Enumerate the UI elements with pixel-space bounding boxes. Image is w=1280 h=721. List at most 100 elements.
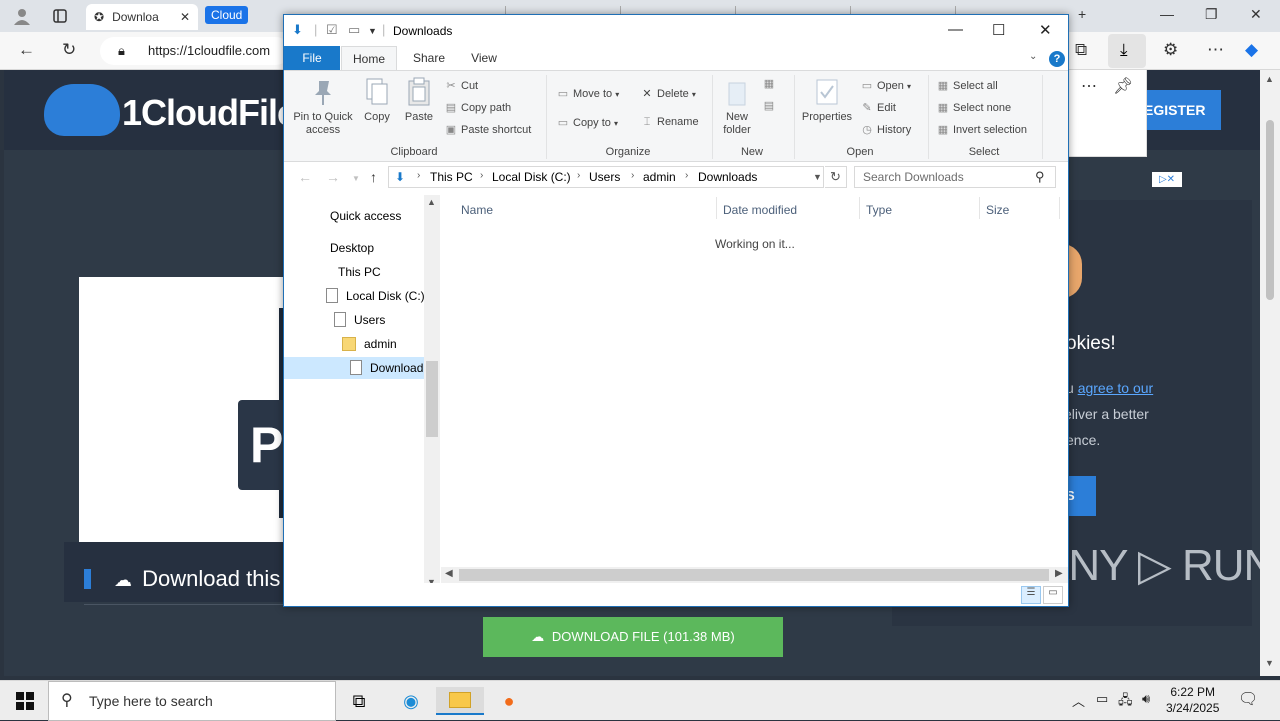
breadcrumb-local-disk[interactable]: Local Disk (C:) xyxy=(492,170,571,184)
scroll-down-icon[interactable]: ▼ xyxy=(1265,658,1274,668)
network-icon[interactable]: 🖧︎ xyxy=(1118,691,1133,713)
minimize-icon[interactable]: — xyxy=(1160,6,1174,22)
maximize-icon[interactable]: ☐ xyxy=(992,21,1005,39)
cookie-policy-link[interactable]: agree to our xyxy=(1078,380,1154,396)
column-name[interactable]: Name xyxy=(461,203,493,217)
scroll-up-icon[interactable]: ▲ xyxy=(1265,74,1274,84)
close-window-icon[interactable]: ✕ xyxy=(1250,6,1262,23)
extensions-icon[interactable]: ⚙ xyxy=(1163,40,1178,60)
site-logo[interactable]: 1CloudFile xyxy=(122,92,297,134)
tab-home[interactable]: Home xyxy=(341,46,397,70)
cut-button[interactable]: ✂ Cut xyxy=(444,79,478,92)
download-file-button[interactable]: ☁ DOWNLOAD FILE (101.38 MB) xyxy=(483,617,783,657)
start-icon[interactable] xyxy=(10,687,40,715)
register-button[interactable]: EGISTER xyxy=(1134,90,1221,130)
nav-quick-access[interactable]: Quick access xyxy=(330,205,401,227)
downloads-button[interactable]: ⤓ xyxy=(1108,34,1146,68)
pin-quick-access-button[interactable]: Pin to Quick access xyxy=(290,77,356,137)
column-divider[interactable] xyxy=(1059,197,1060,219)
pin-icon[interactable]: 📌︎ xyxy=(1113,76,1133,96)
scroll-up-icon[interactable]: ▲ xyxy=(427,197,436,207)
collections-icon[interactable]: ⧉ xyxy=(1075,40,1087,60)
more-icon[interactable]: ⋯ xyxy=(1207,40,1224,60)
delete-button[interactable]: ✕ Delete ▾ xyxy=(640,87,695,100)
page-scrollbar[interactable]: ▲ ▼ xyxy=(1260,70,1280,676)
nav-downloads[interactable]: Download xyxy=(284,357,424,379)
nav-scrollbar[interactable]: ▲ ▼ xyxy=(424,195,440,590)
system-clock[interactable]: 6:22 PM 3/24/2025 xyxy=(1166,684,1219,716)
easy-access-button[interactable]: ▤ xyxy=(762,99,779,112)
nav-scroll-thumb[interactable] xyxy=(426,361,438,437)
breadcrumb-users[interactable]: Users xyxy=(589,170,620,184)
recent-locations-icon[interactable]: ▼ xyxy=(352,174,360,183)
address-input[interactable]: 🔒︎ https://1cloudfile.com xyxy=(100,37,290,65)
invert-selection-button[interactable]: ▦ Invert selection xyxy=(936,123,1027,136)
new-folder-button[interactable]: New folder xyxy=(716,77,758,137)
qat-properties-icon[interactable]: ☑ xyxy=(326,22,338,38)
new-tab-icon[interactable]: + xyxy=(1078,6,1086,22)
nav-desktop[interactable]: Desktop xyxy=(330,237,374,259)
breadcrumb-this-pc[interactable]: This PC xyxy=(430,170,473,184)
nav-users[interactable]: Users xyxy=(334,309,385,331)
task-view-icon[interactable]: ⧉ xyxy=(344,687,374,715)
open-button[interactable]: ▭ Open ▾ xyxy=(860,79,911,92)
copy-to-button[interactable]: ▭ Copy to ▾ xyxy=(556,116,618,129)
accept-cookies-button[interactable]: S xyxy=(1066,476,1096,516)
horizontal-scroll-thumb[interactable] xyxy=(459,569,1049,581)
up-icon[interactable]: ↑ xyxy=(370,169,377,185)
file-explorer-icon[interactable] xyxy=(436,687,484,715)
tab-group-cloud[interactable]: Cloud xyxy=(205,6,249,24)
search-input[interactable]: Search Downloads ⚲ xyxy=(854,166,1056,188)
close-icon[interactable]: ✕ xyxy=(1039,21,1052,39)
back-icon[interactable]: ← xyxy=(298,169,312,185)
scroll-left-icon[interactable]: ◀ xyxy=(445,568,453,579)
column-divider[interactable] xyxy=(859,197,860,219)
new-item-button[interactable]: ▦ xyxy=(762,77,779,90)
ad-choices-badge[interactable]: ▷✕ xyxy=(1152,172,1182,187)
profile-icon[interactable] xyxy=(12,6,32,26)
back-icon[interactable]: ← xyxy=(18,40,35,60)
rename-button[interactable]: ⌶ Rename xyxy=(640,116,699,129)
nav-admin[interactable]: admin xyxy=(342,333,397,355)
move-to-button[interactable]: ▭ Move to ▾ xyxy=(556,87,619,100)
tab-actions-icon[interactable] xyxy=(50,6,70,26)
breadcrumb-downloads[interactable]: Downloads xyxy=(698,170,757,184)
column-size[interactable]: Size xyxy=(986,203,1009,217)
tab-share[interactable]: Share xyxy=(404,46,454,70)
copy-button[interactable]: Copy xyxy=(360,77,394,124)
tab-file[interactable]: File xyxy=(284,46,340,70)
chevron-down-icon[interactable]: ▼ xyxy=(813,172,822,182)
qat-newfolder-icon[interactable]: ▭ xyxy=(348,22,360,38)
taskbar-search-input[interactable]: ⚲ Type here to search xyxy=(48,681,336,721)
more-options-icon[interactable]: ⋯ xyxy=(1081,76,1097,96)
firefox-icon[interactable]: ● xyxy=(494,687,524,715)
show-hidden-icons[interactable]: ︿ xyxy=(1072,691,1085,710)
address-bar[interactable]: ⬇ › This PC › Local Disk (C:) › Users › … xyxy=(388,166,824,188)
tab-close-icon[interactable]: ✕ xyxy=(180,10,190,24)
restore-icon[interactable]: ❐ xyxy=(1205,6,1218,23)
horizontal-scrollbar[interactable]: ◀ ▶ xyxy=(441,567,1068,583)
volume-icon[interactable]: 🔊︎ xyxy=(1142,691,1150,707)
copy-path-button[interactable]: ▤ Copy path xyxy=(444,101,511,114)
notifications-icon[interactable]: 🗨︎ xyxy=(1238,689,1258,709)
refresh-icon[interactable]: ↻ xyxy=(825,166,847,188)
details-view-icon[interactable]: ☰ xyxy=(1021,586,1041,604)
paste-shortcut-button[interactable]: ▣ Paste shortcut xyxy=(444,123,532,136)
device-icon[interactable]: ▭ xyxy=(1096,691,1108,707)
properties-button[interactable]: Properties xyxy=(798,77,856,124)
reload-icon[interactable]: ↻ xyxy=(62,40,76,60)
scroll-thumb[interactable] xyxy=(1266,120,1274,300)
select-all-button[interactable]: ▦ Select all xyxy=(936,79,998,92)
column-date-modified[interactable]: Date modified xyxy=(723,203,797,217)
forward-icon[interactable]: → xyxy=(326,169,340,185)
scroll-right-icon[interactable]: ▶ xyxy=(1055,568,1063,579)
large-icons-view-icon[interactable]: ▭ xyxy=(1043,586,1063,604)
history-button[interactable]: ◷ History xyxy=(860,123,911,136)
edge-icon[interactable]: ◉ xyxy=(396,687,426,715)
copilot-icon[interactable]: ◆ xyxy=(1245,40,1258,60)
help-icon[interactable]: ? xyxy=(1049,51,1065,67)
nav-this-pc[interactable]: This PC xyxy=(338,261,381,283)
tab-downloads[interactable]: ✪ Downloa ✕ xyxy=(86,4,198,30)
column-divider[interactable] xyxy=(979,197,980,219)
breadcrumb-admin[interactable]: admin xyxy=(643,170,676,184)
